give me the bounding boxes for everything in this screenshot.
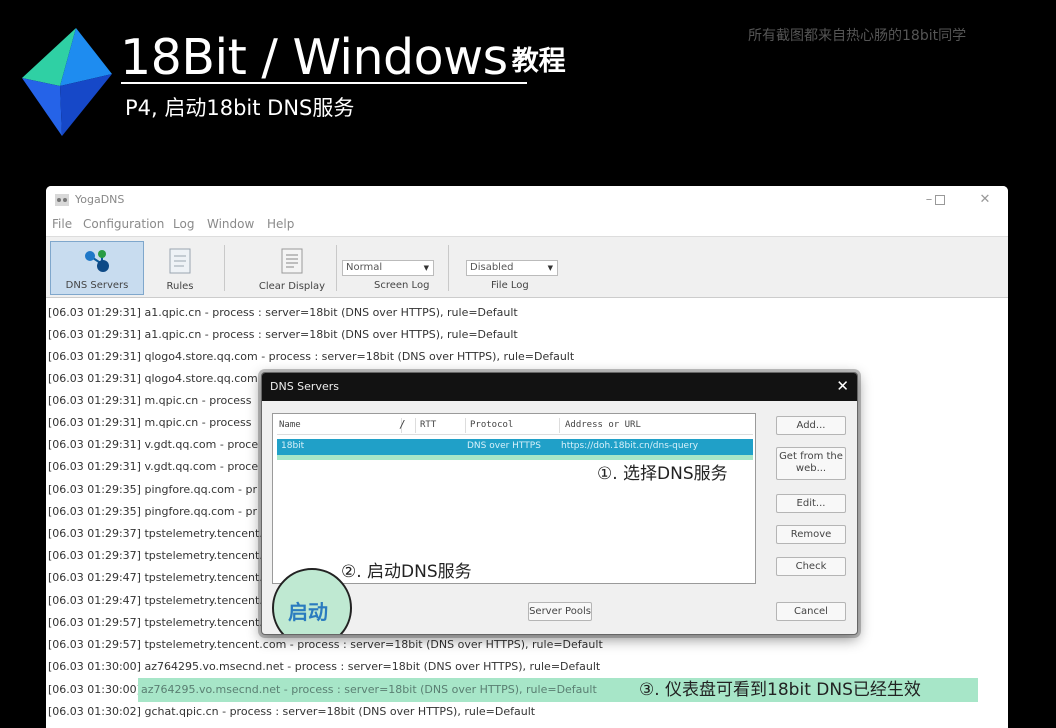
log-line: [06.03 01:29:31] m.qpic.cn - process <box>48 416 252 429</box>
rules-label: Rules <box>166 281 194 292</box>
maximize-icon[interactable] <box>929 191 951 209</box>
column-sort-mark: / <box>399 418 406 431</box>
clear-display-button[interactable]: Clear Display <box>250 241 334 295</box>
log-line: [06.03 01:29:31] qlogo4.store.qq.com - p… <box>48 350 575 363</box>
menu-configuration[interactable]: Configuration <box>83 217 164 231</box>
log-line: [06.03 01:29:31] v.gdt.qq.com - proce <box>48 460 259 473</box>
file-log-value: Disabled <box>470 262 514 273</box>
log-line: [06.03 01:29:31] v.gdt.qq.com - proce <box>48 438 259 451</box>
log-line: [06.03 01:30:00] az764295.vo.msecnd.net … <box>48 660 601 673</box>
row-name: 18bit <box>281 441 305 451</box>
clear-display-label: Clear Display <box>258 281 326 292</box>
rules-icon <box>169 248 191 274</box>
dialog-titlebar: DNS Servers ✕ <box>262 373 857 401</box>
clear-display-icon <box>281 248 303 274</box>
get-from-web-button[interactable]: Get from the web... <box>776 447 846 480</box>
step2-annotation: ②. 启动DNS服务 <box>341 562 472 582</box>
column-address[interactable]: Address or URL <box>565 420 641 430</box>
list-header: Name / RTT Protocol Address or URL <box>277 416 753 435</box>
log-line: [06.03 01:30:02] gchat.qpic.cn - process… <box>48 705 536 718</box>
log-line: [06.03 01:30:00] <box>48 683 141 696</box>
column-divider <box>465 418 466 433</box>
dialog-title: DNS Servers <box>270 380 339 393</box>
add-button[interactable]: Add... <box>776 416 846 435</box>
screen-log-label: Screen Log <box>374 280 430 291</box>
screen-log-select[interactable]: Normal ▼ <box>342 260 434 276</box>
close-window-icon[interactable]: ✕ <box>974 191 996 209</box>
column-divider <box>559 418 560 433</box>
page-subtitle: P4, 启动18bit DNS服务 <box>125 96 355 120</box>
column-protocol[interactable]: Protocol <box>470 420 513 430</box>
title-main: 18Bit / Windows <box>120 29 508 86</box>
window-titlebar: YogaDNS – ✕ <box>46 186 1008 214</box>
page-title: 18Bit / Windows 教程 <box>120 20 566 82</box>
menu-log[interactable]: Log <box>173 217 194 231</box>
dns-servers-dialog: DNS Servers ✕ Name / RTT Protocol Addres… <box>261 372 858 635</box>
toolbar-separator <box>336 245 337 291</box>
close-icon[interactable]: ✕ <box>836 377 849 395</box>
column-divider <box>415 418 416 433</box>
log-line: [06.03 01:29:31] qlogo4.store.qq.com <box>48 372 258 385</box>
column-name[interactable]: Name <box>279 420 301 430</box>
chevron-down-icon: ▼ <box>547 264 553 272</box>
log-line: [06.03 01:29:31] m.qpic.cn - process <box>48 394 252 407</box>
menu-file[interactable]: File <box>52 217 72 231</box>
highlight-log-text: az764295.vo.msecnd.net - process : serve… <box>141 683 597 696</box>
check-button[interactable]: Check <box>776 557 846 576</box>
log-line: [06.03 01:29:47] tpstelemetry.tencent. <box>48 594 263 607</box>
title-underline <box>121 82 527 84</box>
menu-bar: File Configuration Log Window Help <box>46 214 1008 235</box>
log-line: [06.03 01:29:31] a1.qpic.cn - process : … <box>48 306 518 319</box>
file-log-select[interactable]: Disabled ▼ <box>466 260 558 276</box>
server-row-18bit[interactable]: 18bit DNS over HTTPS https://doh.18bit.c… <box>277 439 753 455</box>
column-rtt[interactable]: RTT <box>420 420 436 430</box>
dns-servers-button[interactable]: DNS Servers <box>50 241 144 295</box>
app-icon <box>55 194 69 206</box>
rules-button[interactable]: Rules <box>154 241 206 295</box>
toolbar-separator <box>224 245 225 291</box>
log-line: [06.03 01:29:35] pingfore.qq.com - pr <box>48 505 258 518</box>
file-log-label: File Log <box>491 280 529 291</box>
log-line: [06.03 01:29:35] pingfore.qq.com - pr <box>48 483 258 496</box>
dns-servers-label: DNS Servers <box>65 280 129 291</box>
log-line: [06.03 01:29:37] tpstelemetry.tencent. <box>48 527 263 540</box>
edit-button[interactable]: Edit... <box>776 494 846 513</box>
screen-log-value: Normal <box>346 262 383 273</box>
menu-window[interactable]: Window <box>207 217 254 231</box>
credit-note: 所有截图都来自热心肠的18bit同学 <box>748 28 967 44</box>
menu-help[interactable]: Help <box>267 217 294 231</box>
step3-annotation: ③. 仪表盘可看到18bit DNS已经生效 <box>639 680 921 700</box>
log-line: [06.03 01:29:37] tpstelemetry.tencent. <box>48 549 263 562</box>
log-line: [06.03 01:29:57] tpstelemetry.tencent.co… <box>48 638 603 651</box>
chevron-down-icon: ▼ <box>423 264 429 272</box>
dns-servers-icon <box>85 250 109 272</box>
title-suffix: 教程 <box>511 46 566 77</box>
window-title: YogaDNS <box>75 193 125 206</box>
step1-annotation: ①. 选择DNS服务 <box>597 464 728 484</box>
log-line: [06.03 01:29:31] a1.qpic.cn - process : … <box>48 328 518 341</box>
row-protocol: DNS over HTTPS <box>467 441 541 451</box>
brand-logo-icon <box>22 28 112 136</box>
row-address: https://doh.18bit.cn/dns-query <box>561 441 699 451</box>
toolbar-separator <box>448 245 449 291</box>
server-pools-button[interactable]: Server Pools <box>528 602 592 621</box>
log-line: [06.03 01:29:57] tpstelemetry.tencent. <box>48 616 263 629</box>
log-line: [06.03 01:29:47] tpstelemetry.tencent. <box>48 571 263 584</box>
cancel-button[interactable]: Cancel <box>776 602 846 621</box>
remove-button[interactable]: Remove <box>776 525 846 544</box>
start-button[interactable]: 启动 <box>288 596 328 625</box>
